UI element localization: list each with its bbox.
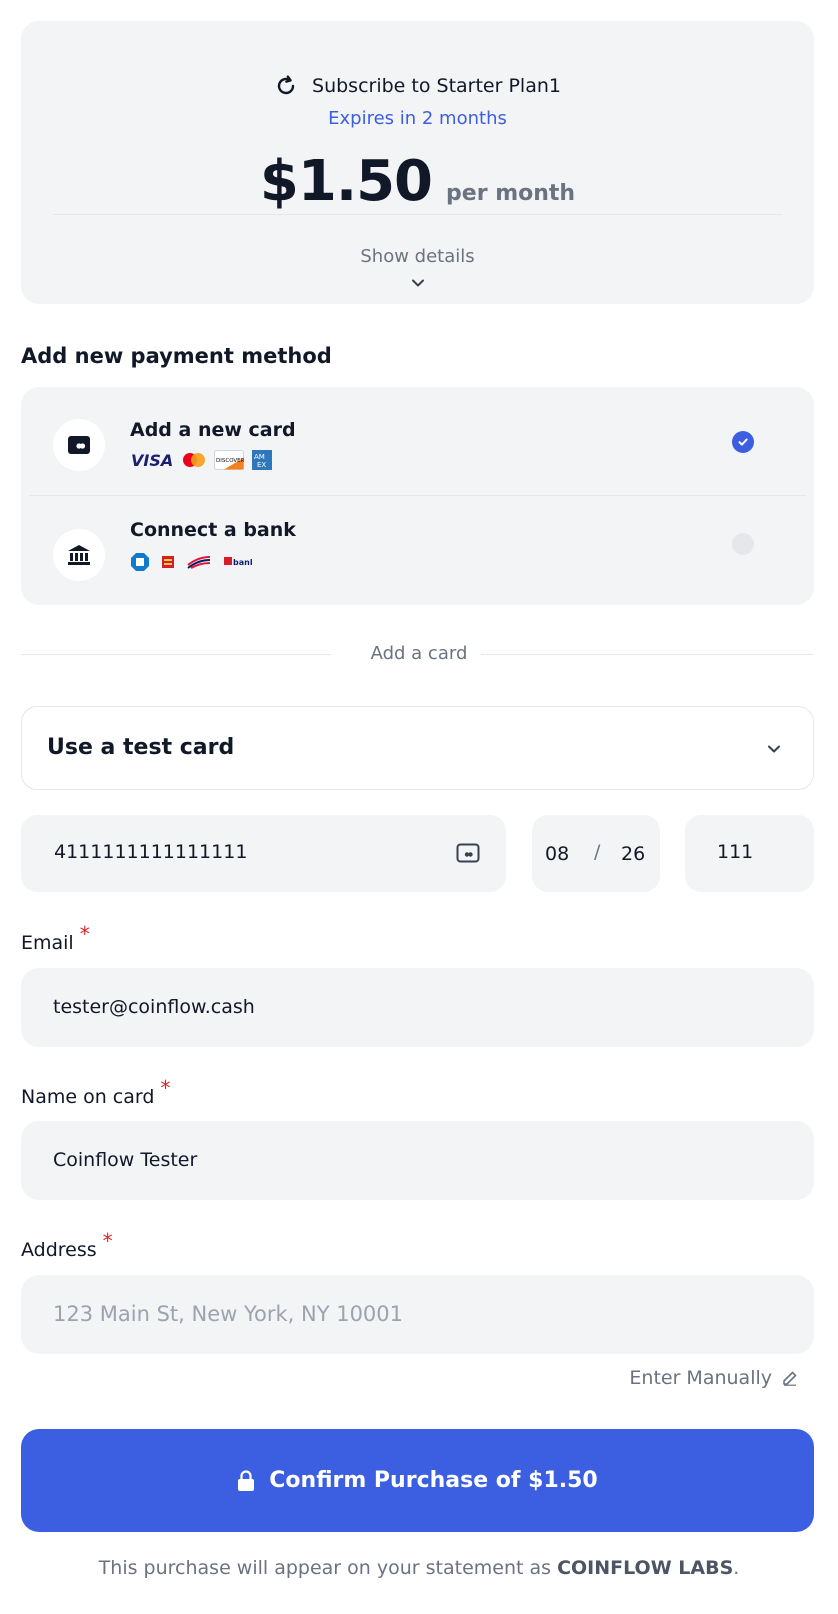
payment-methods: Add a new card VISA DISCOVER AM EX Conne… [21,387,814,605]
card-number-field[interactable]: 4111111111111111 [21,815,506,892]
card-icon [53,419,105,471]
svg-text:EX: EX [257,461,266,469]
expiration-text: Expires in 2 months [328,108,507,129]
summary-divider [53,214,782,215]
methods-divider [29,495,806,496]
bank-brands: bank [130,552,252,572]
address-placeholder[interactable]: 123 Main St, New York, NY 10001 [53,1302,403,1326]
recurring-icon [277,75,295,95]
test-card-dropdown[interactable]: Use a test card [21,706,814,790]
price-period: per month [446,181,576,206]
statement-note: This purchase will appear on your statem… [98,1557,740,1579]
chase-logo-icon [131,553,149,571]
bank-radio-unselected[interactable] [732,533,754,555]
pencil-icon [783,1371,797,1386]
amex-logo-icon: AM EX [252,450,272,470]
name-field[interactable]: Coinflow Tester [21,1121,814,1200]
required-asterisk: * [79,922,90,946]
card-radio-selected[interactable] [732,431,754,453]
address-label: Address * [21,1229,113,1261]
svg-text:bank: bank [233,558,252,567]
svg-text:AM: AM [254,453,265,461]
expiry-separator: / [594,841,601,863]
chevron-down-icon[interactable] [409,274,427,292]
visa-logo-icon: VISA [131,451,173,469]
us-bank-logo-icon: bank [224,557,252,567]
merchant-name: COINFLOW LABS [557,1557,734,1579]
payment-method-bank[interactable]: Connect a bank bank [21,497,814,605]
subscription-title-row: Subscribe to Starter Plan1 [21,74,814,98]
discover-logo-icon: DISCOVER [214,450,244,470]
card-icon [456,843,480,863]
price-row: $1.50 per month [21,149,814,214]
payment-method-card[interactable]: Add a new card VISA DISCOVER AM EX [21,387,814,495]
expiry-year[interactable]: 26 [621,843,645,865]
confirm-purchase-label: Confirm Purchase of $1.50 [269,1468,598,1493]
bank-of-america-logo-icon [187,556,211,569]
subscription-summary: Subscribe to Starter Plan1 Expires in 2 … [21,21,814,304]
expiry-field[interactable]: 08 / 26 [532,815,660,892]
payment-method-label: Connect a bank [130,519,296,541]
required-asterisk: * [160,1076,171,1100]
enter-manually-label: Enter Manually [629,1367,772,1389]
payment-section-title: Add new payment method [21,344,332,368]
lock-icon [238,1469,255,1491]
payment-method-label: Add a new card [130,419,296,441]
name-value[interactable]: Coinflow Tester [53,1149,197,1171]
address-field[interactable]: 123 Main St, New York, NY 10001 [21,1275,814,1354]
svg-text:VISA: VISA [131,451,173,469]
cvv-field[interactable]: 111 [685,815,814,892]
enter-manually-link[interactable]: Enter Manually [629,1367,798,1389]
price: $1.50 [259,149,433,214]
show-details-link[interactable]: Show details [21,246,814,267]
subscription-title: Subscribe to Starter Plan1 [312,75,561,97]
chevron-down-icon [768,745,780,753]
mastercard-logo-icon [183,453,205,467]
bank-icon [53,529,105,581]
email-value[interactable]: tester@coinflow.cash [53,996,255,1018]
wells-fargo-logo-icon [162,556,174,568]
card-number-value[interactable]: 4111111111111111 [54,841,247,863]
email-field[interactable]: tester@coinflow.cash [21,968,814,1047]
card-brands: VISA DISCOVER AM EX [130,450,272,470]
required-asterisk: * [102,1229,113,1253]
cvv-value[interactable]: 111 [717,841,753,863]
email-label: Email * [21,922,90,954]
svg-text:DISCOVER: DISCOVER [216,458,244,464]
expiry-month[interactable]: 08 [545,843,569,865]
name-label: Name on card * [21,1076,171,1108]
confirm-purchase-button[interactable]: Confirm Purchase of $1.50 [21,1429,814,1532]
add-card-divider-text: Add a card [370,643,468,664]
test-card-label: Use a test card [47,735,235,760]
